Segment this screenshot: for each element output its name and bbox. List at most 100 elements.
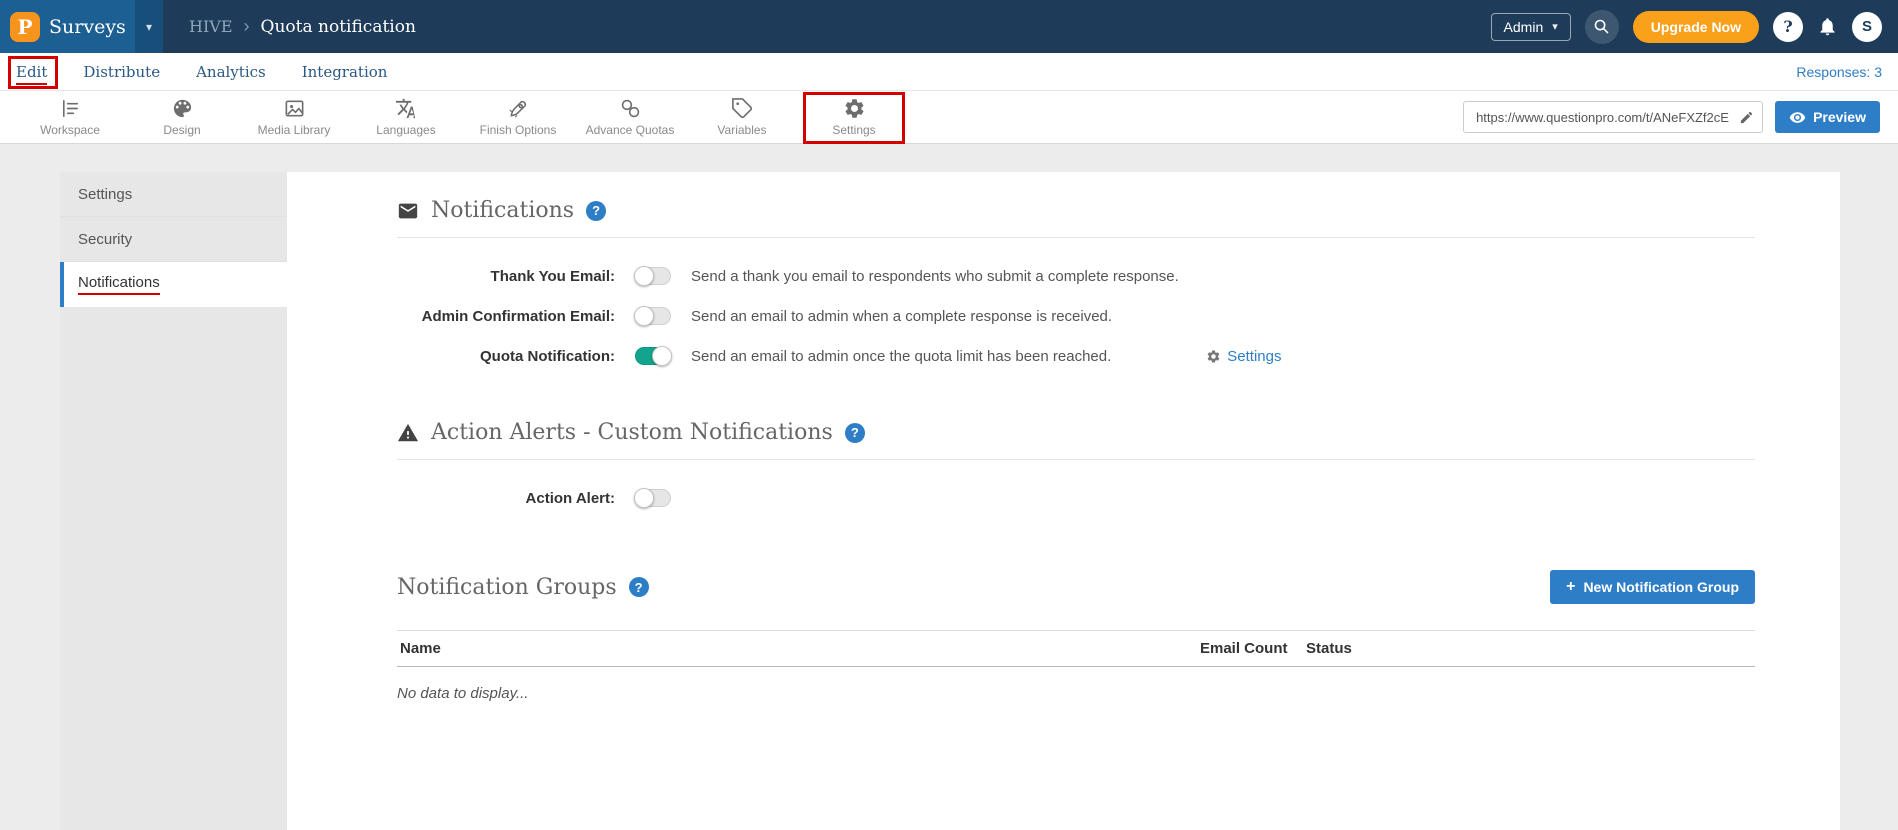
- toolbar-item-label: Advance Quotas: [586, 123, 675, 137]
- bell-icon: [1817, 16, 1838, 37]
- sidebar-item-settings[interactable]: Settings: [60, 172, 287, 217]
- tab-integration[interactable]: Integration: [302, 63, 388, 81]
- column-header-email-count: Email Count: [1200, 640, 1306, 657]
- toolbar-item-design[interactable]: Design: [126, 97, 238, 137]
- column-header-status: Status: [1306, 640, 1755, 657]
- admin-confirmation-email-toggle[interactable]: [635, 307, 671, 325]
- toolbar-item-label: Finish Options: [480, 123, 557, 137]
- section-header: Notification Groups ? + New Notification…: [397, 570, 1755, 604]
- palette-icon: [171, 97, 194, 120]
- chevron-down-icon[interactable]: ▾: [135, 0, 163, 53]
- notifications-panel: Notifications ? Thank You Email: Send a …: [287, 172, 1840, 830]
- product-name: Surveys: [49, 16, 126, 38]
- breadcrumb-folder[interactable]: HIVE: [189, 17, 233, 36]
- plus-icon: +: [1566, 578, 1575, 596]
- product-switcher[interactable]: P Surveys ▾: [0, 0, 163, 53]
- toolbar-item-label: Workspace: [40, 123, 100, 137]
- divider: [397, 237, 1755, 238]
- toggle-knob: [634, 488, 654, 508]
- linked-circles-icon: [619, 97, 642, 120]
- section-action-alerts: Action Alerts - Custom Notifications ? A…: [397, 420, 1755, 518]
- row-description: Send a thank you email to respondents wh…: [691, 268, 1179, 285]
- row-quota-notification: Quota Notification: Send an email to adm…: [397, 336, 1755, 376]
- action-alert-rows: Action Alert:: [397, 478, 1755, 518]
- gear-icon: [1206, 349, 1221, 364]
- row-thank-you-email: Thank You Email: Send a thank you email …: [397, 256, 1755, 296]
- sidebar-item-notifications[interactable]: Notifications: [60, 262, 287, 307]
- edit-toolbar: Workspace Design Media Library Languages…: [0, 91, 1898, 144]
- help-icon[interactable]: ?: [586, 201, 606, 221]
- upgrade-now-button[interactable]: Upgrade Now: [1633, 11, 1759, 43]
- eye-icon: [1789, 109, 1806, 126]
- notification-rows: Thank You Email: Send a thank you email …: [397, 256, 1755, 376]
- action-alert-toggle[interactable]: [635, 489, 671, 507]
- content-area: Settings Security Notifications Notifica…: [0, 144, 1898, 830]
- sidebar-item-label: Settings: [78, 186, 132, 203]
- search-button[interactable]: [1585, 10, 1619, 44]
- edit-url-button[interactable]: [1737, 108, 1756, 127]
- toolbar-item-workspace[interactable]: Workspace: [14, 97, 126, 137]
- admin-menu-label: Admin: [1504, 19, 1544, 35]
- section-notifications: Notifications ? Thank You Email: Send a …: [397, 198, 1755, 376]
- gear-icon: [843, 97, 866, 120]
- help-icon[interactable]: ?: [629, 577, 649, 597]
- tab-distribute[interactable]: Distribute: [83, 63, 160, 81]
- responses-count[interactable]: Responses: 3: [1796, 64, 1882, 80]
- tab-analytics[interactable]: Analytics: [196, 63, 266, 81]
- toggle-knob: [634, 266, 654, 286]
- row-label: Thank You Email:: [397, 268, 615, 285]
- toggle-knob: [634, 306, 654, 326]
- table-header-row: Name Email Count Status: [397, 630, 1755, 667]
- question-mark-icon: ?: [1783, 17, 1792, 36]
- toolbar-item-settings[interactable]: Settings: [798, 97, 910, 137]
- admin-menu-button[interactable]: Admin ▾: [1491, 13, 1571, 41]
- sidebar-item-security[interactable]: Security: [60, 217, 287, 262]
- empty-table-message: No data to display...: [397, 685, 1755, 702]
- preview-button-label: Preview: [1813, 109, 1866, 125]
- section-title: Action Alerts - Custom Notifications: [431, 420, 833, 445]
- quota-settings-link-label: Settings: [1227, 348, 1281, 365]
- breadcrumb-current-survey: Quota notification: [261, 17, 416, 37]
- help-icon[interactable]: ?: [845, 423, 865, 443]
- row-description: Send an email to admin when a complete r…: [691, 308, 1112, 325]
- warning-triangle-icon: [397, 422, 419, 444]
- breadcrumb: HIVE › Quota notification: [189, 16, 416, 37]
- new-notification-group-label: New Notification Group: [1583, 579, 1739, 595]
- top-bar: P Surveys ▾ HIVE › Quota notification Ad…: [0, 0, 1898, 53]
- row-admin-confirmation-email: Admin Confirmation Email: Send an email …: [397, 296, 1755, 336]
- survey-url-input[interactable]: [1474, 109, 1737, 126]
- toolbar-item-finish-options[interactable]: Finish Options: [462, 97, 574, 137]
- translate-icon: [395, 97, 418, 120]
- row-label: Admin Confirmation Email:: [397, 308, 615, 325]
- pencil-icon: [1739, 110, 1754, 125]
- topbar-actions: Admin ▾ Upgrade Now ? S: [1491, 10, 1898, 44]
- notifications-bell-button[interactable]: [1817, 16, 1838, 37]
- questionpro-logo-icon: P: [10, 12, 40, 42]
- column-header-name: Name: [400, 640, 1200, 657]
- section-title: Notifications: [431, 198, 574, 223]
- quota-notification-toggle[interactable]: [635, 347, 671, 365]
- help-button[interactable]: ?: [1773, 12, 1803, 42]
- section-header: Action Alerts - Custom Notifications ?: [397, 420, 1755, 445]
- section-notification-groups: Notification Groups ? + New Notification…: [397, 570, 1755, 702]
- toolbar-item-languages[interactable]: Languages: [350, 97, 462, 137]
- notification-groups-table: Name Email Count Status No data to displ…: [397, 630, 1755, 702]
- new-notification-group-button[interactable]: + New Notification Group: [1550, 570, 1755, 604]
- survey-url-box: [1463, 101, 1763, 133]
- thank-you-email-toggle[interactable]: [635, 267, 671, 285]
- rocket-icon: [507, 97, 530, 120]
- quota-settings-link[interactable]: Settings: [1206, 348, 1281, 365]
- row-label: Quota Notification:: [397, 348, 615, 365]
- toolbar-item-label: Design: [163, 123, 200, 137]
- sidebar-item-label: Notifications: [78, 274, 160, 295]
- tab-edit[interactable]: Edit: [16, 63, 47, 81]
- preview-button[interactable]: Preview: [1775, 101, 1880, 133]
- search-icon: [1593, 18, 1610, 35]
- toolbar-item-variables[interactable]: Variables: [686, 97, 798, 137]
- toolbar-item-media-library[interactable]: Media Library: [238, 97, 350, 137]
- toolbar-item-advance-quotas[interactable]: Advance Quotas: [574, 97, 686, 137]
- toolbar-item-label: Languages: [376, 123, 435, 137]
- toolbar-right: Preview: [1463, 101, 1880, 133]
- tab-edit-label: Edit: [16, 63, 47, 85]
- user-avatar[interactable]: S: [1852, 12, 1882, 42]
